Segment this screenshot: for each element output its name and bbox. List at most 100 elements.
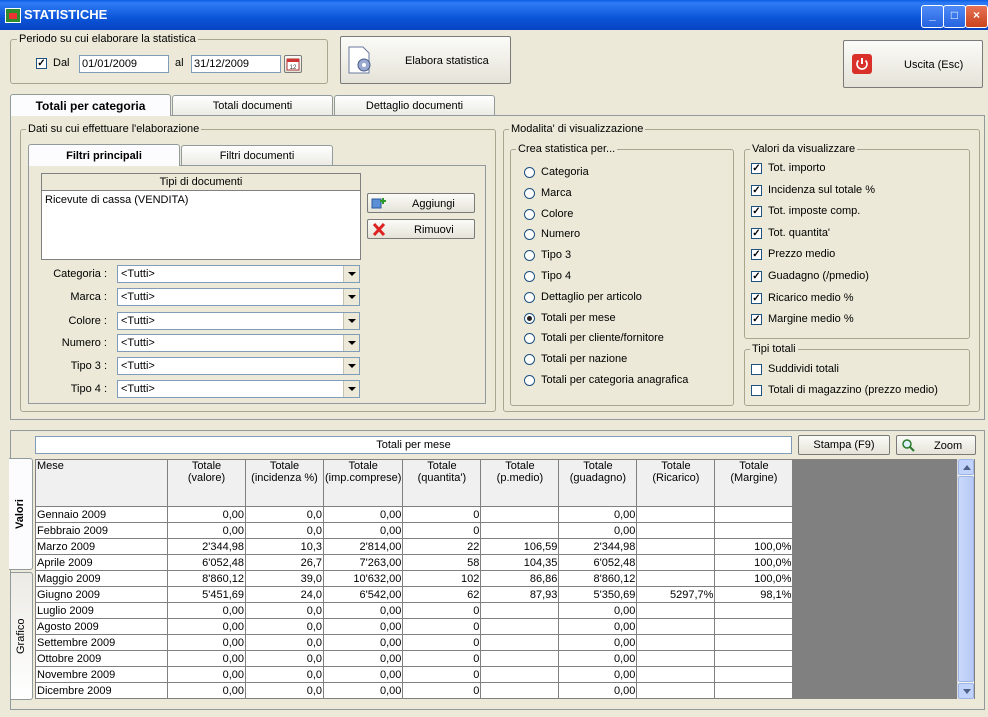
radio-crea-0[interactable] [524,167,535,178]
table-cell[interactable]: 5'350,69 [558,586,638,603]
table-cell[interactable] [636,506,716,523]
colore-select[interactable]: <Tutti> [117,312,360,330]
column-header[interactable]: Totale (valore) [167,459,246,507]
stampa-button[interactable]: Stampa (F9) [798,435,890,455]
table-cell[interactable]: 0,0 [245,522,324,539]
table-cell[interactable]: 100,0% [714,538,794,555]
table-row[interactable]: Gennaio 2009 0,00 0,0 0,00 0 0,00 [35,506,794,523]
list-item[interactable]: Ricevute di cassa (VENDITA) [42,191,360,209]
date-from-field[interactable] [79,55,169,73]
table-cell[interactable]: 0,00 [167,506,246,523]
valori-checkbox-6[interactable]: ✓ [751,292,762,304]
table-cell[interactable]: 0,0 [245,602,324,619]
valori-checkbox-5[interactable]: ✓ [751,271,762,282]
tipi-totali-checkbox-1[interactable] [751,385,762,396]
table-cell[interactable]: 6'052,48 [558,554,638,571]
table-cell[interactable]: 10,3 [245,538,324,555]
table-cell[interactable]: Ottobre 2009 [35,650,168,667]
table-cell[interactable]: 7'263,00 [322,554,404,571]
table-cell[interactable] [636,634,716,651]
table-cell[interactable]: 62 [402,586,482,603]
chevron-down-icon[interactable] [343,358,359,374]
table-cell[interactable] [714,506,794,523]
column-header[interactable]: Totale (p.medio) [480,459,560,507]
table-cell[interactable]: 0,0 [245,666,324,683]
numero-select[interactable]: <Tutti> [117,334,360,352]
table-cell[interactable]: 2'344,98 [558,538,638,555]
table-cell[interactable]: 0,00 [558,666,638,683]
categoria-select[interactable]: <Tutti> [117,265,360,283]
radio-crea-5[interactable] [524,271,535,282]
table-cell[interactable]: 0,00 [167,602,246,619]
table-cell[interactable]: 0,00 [167,650,246,667]
table-row[interactable]: Febbraio 2009 0,00 0,0 0,00 0 0,00 [35,522,794,539]
table-cell[interactable] [636,682,716,699]
table-cell[interactable] [714,682,794,699]
maximize-button[interactable]: □ [943,5,966,28]
column-header[interactable]: Mese [35,459,168,507]
table-cell[interactable]: 0,00 [322,634,404,651]
table-cell[interactable] [714,618,794,635]
table-cell[interactable]: 0 [402,666,482,683]
table-cell[interactable]: 0,0 [245,634,324,651]
table-cell[interactable] [480,506,560,523]
subtab-filtri-documenti[interactable]: Filtri documenti [181,145,333,165]
table-cell[interactable]: 0,00 [558,682,638,699]
table-cell[interactable]: 98,1% [714,586,794,603]
tipi-totali-checkbox-0[interactable] [751,364,762,375]
table-cell[interactable]: 8'860,12 [167,570,246,587]
table-cell[interactable]: 58 [402,554,482,571]
table-row[interactable]: Dicembre 2009 0,00 0,0 0,00 0 0,00 [35,682,794,699]
table-cell[interactable]: 0,00 [322,602,404,619]
vertical-scrollbar[interactable] [957,459,974,699]
table-cell[interactable]: 0,00 [558,650,638,667]
table-cell[interactable] [480,522,560,539]
table-cell[interactable]: 106,59 [480,538,560,555]
table-cell[interactable] [636,602,716,619]
table-cell[interactable]: 39,0 [245,570,324,587]
valori-checkbox-7[interactable]: ✓ [751,314,762,326]
table-row[interactable]: Agosto 2009 0,00 0,0 0,00 0 0,00 [35,618,794,635]
table-row[interactable]: Aprile 2009 6'052,48 26,7 7'263,00 58 104,35 6… [35,554,794,571]
table-cell[interactable] [636,554,716,571]
table-cell[interactable]: 0,00 [558,602,638,619]
chevron-down-icon[interactable] [343,381,359,397]
column-header[interactable]: Totale (quantita') [402,459,482,507]
table-cell[interactable]: 0,00 [322,506,404,523]
table-cell[interactable]: 104,35 [480,554,560,571]
dal-checkbox[interactable]: ✓ [36,58,47,69]
sidetab-grafico[interactable]: Grafico [11,572,33,700]
date-to-field[interactable] [191,55,281,73]
table-cell[interactable]: Giugno 2009 [35,586,168,603]
table-cell[interactable]: 2'814,00 [322,538,404,555]
table-cell[interactable] [480,634,560,651]
table-cell[interactable]: 0 [402,618,482,635]
table-cell[interactable] [714,650,794,667]
table-cell[interactable]: Marzo 2009 [35,538,168,555]
table-cell[interactable]: Luglio 2009 [35,602,168,619]
table-cell[interactable]: 87,93 [480,586,560,603]
table-cell[interactable] [480,650,560,667]
chevron-down-icon[interactable] [343,335,359,351]
column-header[interactable]: Totale (Ricarico) [636,459,716,507]
table-cell[interactable]: 0,00 [322,522,404,539]
column-header[interactable]: Totale (imp.comprese) [322,459,404,507]
table-cell[interactable]: 0 [402,634,482,651]
table-row[interactable]: Ottobre 2009 0,00 0,0 0,00 0 0,00 [35,650,794,667]
column-header[interactable]: Totale (incidenza %) [245,459,324,507]
tipo3-select[interactable]: <Tutti> [117,357,360,375]
table-cell[interactable]: 0,00 [167,666,246,683]
zoom-button[interactable]: Zoom [896,435,976,455]
column-header[interactable]: Totale (Margine) [714,459,794,507]
table-cell[interactable] [714,602,794,619]
table-cell[interactable] [480,666,560,683]
table-cell[interactable]: 0,00 [558,522,638,539]
table-cell[interactable]: 2'344,98 [167,538,246,555]
radio-crea-10[interactable] [524,375,535,386]
table-cell[interactable]: 0,00 [167,522,246,539]
rimuovi-button[interactable]: Rimuovi [367,219,475,239]
table-cell[interactable]: 5297,7% [636,586,716,603]
tab-dettaglio-documenti[interactable]: Dettaglio documenti [334,95,495,115]
tipi-list[interactable]: Ricevute di cassa (VENDITA) [41,191,361,260]
table-cell[interactable]: 8'860,12 [558,570,638,587]
